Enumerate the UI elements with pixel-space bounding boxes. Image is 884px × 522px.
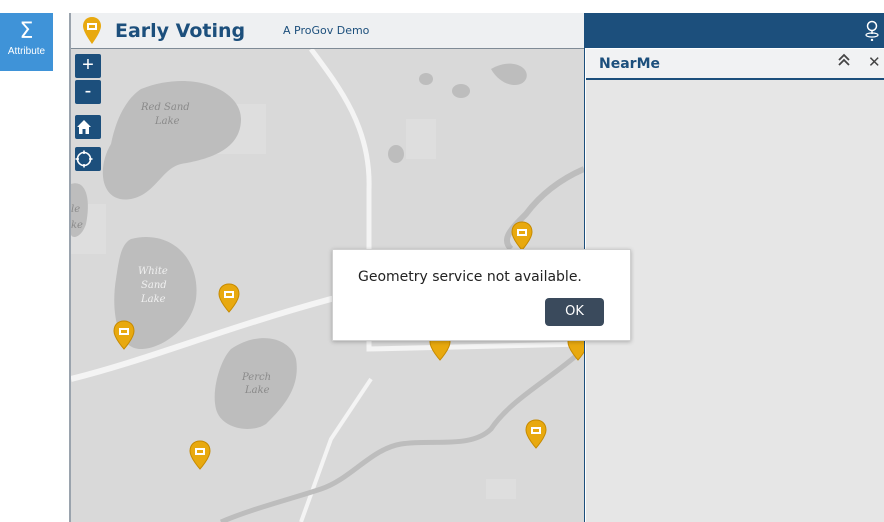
app-subtitle: A ProGov Demo bbox=[283, 24, 370, 37]
error-dialog: Geometry service not available. OK bbox=[332, 249, 631, 341]
map-label: Sand bbox=[141, 280, 167, 291]
sigma-icon: Σ bbox=[19, 19, 34, 44]
attribute-button[interactable]: Σ Attribute bbox=[0, 13, 53, 71]
map-label: ke bbox=[71, 220, 83, 231]
map-label: Red Sand bbox=[140, 102, 190, 113]
close-panel-button[interactable]: ✕ bbox=[868, 53, 881, 71]
top-strip bbox=[0, 0, 884, 13]
home-button[interactable] bbox=[75, 115, 101, 139]
dialog-message: Geometry service not available. bbox=[358, 269, 582, 285]
map-label: Lake bbox=[244, 385, 270, 396]
zoom-in-button[interactable]: + bbox=[75, 54, 101, 78]
map-label: Perch bbox=[241, 372, 271, 383]
home-icon bbox=[77, 120, 91, 134]
app-header: Early Voting A ProGov Demo bbox=[71, 13, 584, 49]
map-label: Lake bbox=[140, 294, 166, 305]
app-title: Early Voting bbox=[115, 20, 246, 42]
map-label: Lake bbox=[154, 116, 180, 127]
map-label: le bbox=[71, 204, 80, 215]
locate-button[interactable] bbox=[75, 147, 101, 171]
app-logo-pin-icon bbox=[83, 17, 101, 44]
ok-button[interactable]: OK bbox=[545, 298, 604, 326]
map-label: White bbox=[138, 266, 168, 277]
double-chevron-up-icon[interactable] bbox=[838, 53, 850, 71]
nearme-title: NearMe bbox=[599, 56, 660, 72]
attribute-label: Attribute bbox=[7, 46, 46, 57]
panel-toolbar bbox=[585, 13, 884, 48]
location-pin-icon[interactable] bbox=[864, 19, 880, 41]
zoom-out-button[interactable]: - bbox=[75, 80, 101, 104]
nearme-panel-header: NearMe ✕ bbox=[586, 49, 884, 80]
left-sidebar: Σ Attribute bbox=[0, 13, 71, 522]
locate-icon bbox=[75, 150, 93, 168]
